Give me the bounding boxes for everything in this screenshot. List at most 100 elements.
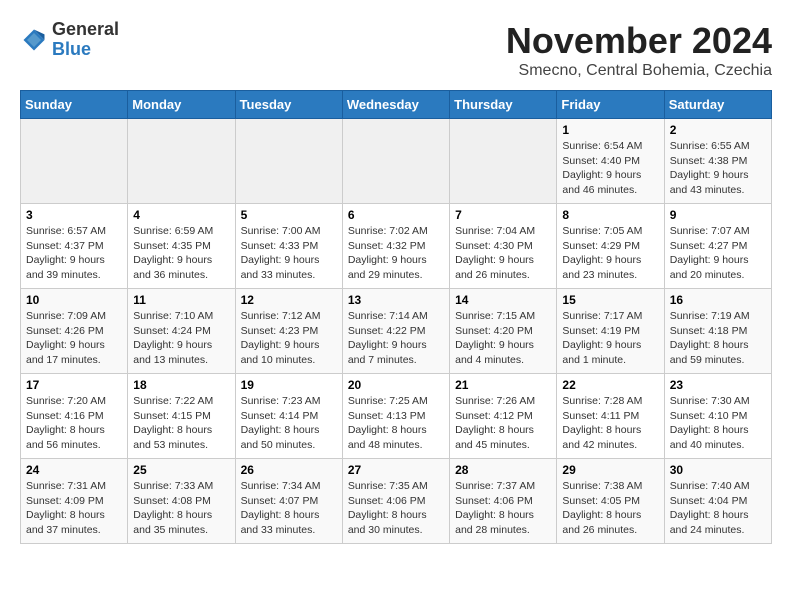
calendar-day-cell: 13Sunrise: 7:14 AM Sunset: 4:22 PM Dayli…	[342, 289, 449, 374]
calendar-day-cell	[21, 119, 128, 204]
logo-icon	[20, 26, 48, 54]
calendar-day-cell: 27 Sunrise: 7:35 AM Sunset: 4:06 PM Dayli…	[342, 459, 449, 544]
weekday-header: Tuesday	[235, 91, 342, 119]
day-info: Sunrise: 7:09 AM Sunset: 4:26 PM Dayligh…	[26, 309, 122, 368]
weekday-header: Monday	[128, 91, 235, 119]
calendar-header-row: SundayMondayTuesdayWednesdayThursdayFrid…	[21, 91, 772, 119]
day-info: Sunrise: 7:17 AM Sunset: 4:19 PM Dayligh…	[562, 309, 658, 368]
logo: General Blue	[20, 20, 119, 60]
calendar-day-cell: 16 Sunrise: 7:19 AM Sunset: 4:18 PM Dayli…	[664, 289, 771, 374]
calendar-day-cell: 6 Sunrise: 7:02 AM Sunset: 4:32 PM Daylig…	[342, 204, 449, 289]
day-number: 7	[455, 208, 551, 222]
calendar-day-cell: 18 Sunrise: 7:22 AM Sunset: 4:15 PM Dayli…	[128, 374, 235, 459]
calendar-day-cell: 3 Sunrise: 6:57 AM Sunset: 4:37 PM Daylig…	[21, 204, 128, 289]
day-number: 30	[670, 463, 766, 477]
calendar-day-cell: 19 Sunrise: 7:23 AM Sunset: 4:14 PM Dayli…	[235, 374, 342, 459]
day-info: Sunrise: 7:26 AM Sunset: 4:12 PM Dayligh…	[455, 394, 551, 453]
calendar-day-cell	[235, 119, 342, 204]
calendar-day-cell: 23 Sunrise: 7:30 AM Sunset: 4:10 PM Dayli…	[664, 374, 771, 459]
day-info: Sunrise: 7:12 AM Sunset: 4:23 PM Dayligh…	[241, 309, 337, 368]
day-number: 5	[241, 208, 337, 222]
calendar-day-cell: 29 Sunrise: 7:38 AM Sunset: 4:05 PM Dayli…	[557, 459, 664, 544]
day-number: 3	[26, 208, 122, 222]
day-info: Sunrise: 6:59 AM Sunset: 4:35 PM Dayligh…	[133, 224, 229, 283]
day-info: Sunrise: 7:10 AM Sunset: 4:24 PM Dayligh…	[133, 309, 229, 368]
day-info: Sunrise: 7:22 AM Sunset: 4:15 PM Dayligh…	[133, 394, 229, 453]
day-number: 11	[133, 293, 229, 307]
day-number: 15	[562, 293, 658, 307]
calendar-day-cell: 22 Sunrise: 7:28 AM Sunset: 4:11 PM Dayli…	[557, 374, 664, 459]
day-info: Sunrise: 7:33 AM Sunset: 4:08 PM Dayligh…	[133, 479, 229, 538]
day-number: 23	[670, 378, 766, 392]
logo-general-text: General	[52, 20, 119, 40]
day-info: Sunrise: 7:37 AM Sunset: 4:06 PM Dayligh…	[455, 479, 551, 538]
calendar-day-cell: 4 Sunrise: 6:59 AM Sunset: 4:35 PM Daylig…	[128, 204, 235, 289]
month-title: November 2024	[506, 20, 772, 62]
calendar-day-cell: 26Sunrise: 7:34 AM Sunset: 4:07 PM Dayli…	[235, 459, 342, 544]
day-number: 8	[562, 208, 658, 222]
day-info: Sunrise: 7:05 AM Sunset: 4:29 PM Dayligh…	[562, 224, 658, 283]
day-number: 1	[562, 123, 658, 137]
day-number: 13	[348, 293, 444, 307]
day-info: Sunrise: 7:31 AM Sunset: 4:09 PM Dayligh…	[26, 479, 122, 538]
weekday-header: Thursday	[450, 91, 557, 119]
day-info: Sunrise: 7:40 AM Sunset: 4:04 PM Dayligh…	[670, 479, 766, 538]
day-info: Sunrise: 7:23 AM Sunset: 4:14 PM Dayligh…	[241, 394, 337, 453]
calendar-day-cell: 15 Sunrise: 7:17 AM Sunset: 4:19 PM Dayli…	[557, 289, 664, 374]
day-number: 24	[26, 463, 122, 477]
calendar-day-cell: 1 Sunrise: 6:54 AM Sunset: 4:40 PM Daylig…	[557, 119, 664, 204]
calendar-week-row: 24 Sunrise: 7:31 AM Sunset: 4:09 PM Dayli…	[21, 459, 772, 544]
day-number: 6	[348, 208, 444, 222]
calendar-week-row: 17 Sunrise: 7:20 AM Sunset: 4:16 PM Dayli…	[21, 374, 772, 459]
day-number: 29	[562, 463, 658, 477]
day-number: 26	[241, 463, 337, 477]
calendar-week-row: 10 Sunrise: 7:09 AM Sunset: 4:26 PM Dayli…	[21, 289, 772, 374]
day-number: 27	[348, 463, 444, 477]
day-info: Sunrise: 7:28 AM Sunset: 4:11 PM Dayligh…	[562, 394, 658, 453]
calendar-day-cell: 5 Sunrise: 7:00 AM Sunset: 4:33 PM Daylig…	[235, 204, 342, 289]
day-info: Sunrise: 7:04 AM Sunset: 4:30 PM Dayligh…	[455, 224, 551, 283]
calendar-day-cell: 28 Sunrise: 7:37 AM Sunset: 4:06 PM Dayli…	[450, 459, 557, 544]
day-number: 2	[670, 123, 766, 137]
day-info: Sunrise: 6:54 AM Sunset: 4:40 PM Dayligh…	[562, 139, 658, 198]
calendar-day-cell	[450, 119, 557, 204]
day-number: 28	[455, 463, 551, 477]
day-number: 12	[241, 293, 337, 307]
calendar-table: SundayMondayTuesdayWednesdayThursdayFrid…	[20, 90, 772, 544]
logo-blue-text: Blue	[52, 40, 119, 60]
day-info: Sunrise: 7:19 AM Sunset: 4:18 PM Dayligh…	[670, 309, 766, 368]
calendar-day-cell: 30 Sunrise: 7:40 AM Sunset: 4:04 PM Dayli…	[664, 459, 771, 544]
calendar-day-cell: 21 Sunrise: 7:26 AM Sunset: 4:12 PM Dayli…	[450, 374, 557, 459]
day-number: 10	[26, 293, 122, 307]
day-number: 9	[670, 208, 766, 222]
calendar-day-cell: 10 Sunrise: 7:09 AM Sunset: 4:26 PM Dayli…	[21, 289, 128, 374]
calendar-day-cell	[342, 119, 449, 204]
day-number: 19	[241, 378, 337, 392]
day-number: 25	[133, 463, 229, 477]
calendar-day-cell	[128, 119, 235, 204]
calendar-week-row: 1 Sunrise: 6:54 AM Sunset: 4:40 PM Daylig…	[21, 119, 772, 204]
day-info: Sunrise: 7:30 AM Sunset: 4:10 PM Dayligh…	[670, 394, 766, 453]
day-info: Sunrise: 7:20 AM Sunset: 4:16 PM Dayligh…	[26, 394, 122, 453]
day-number: 4	[133, 208, 229, 222]
day-number: 18	[133, 378, 229, 392]
day-number: 16	[670, 293, 766, 307]
calendar-day-cell: 25 Sunrise: 7:33 AM Sunset: 4:08 PM Dayli…	[128, 459, 235, 544]
day-info: Sunrise: 7:00 AM Sunset: 4:33 PM Dayligh…	[241, 224, 337, 283]
calendar-day-cell: 24 Sunrise: 7:31 AM Sunset: 4:09 PM Dayli…	[21, 459, 128, 544]
day-info: Sunrise: 7:07 AM Sunset: 4:27 PM Dayligh…	[670, 224, 766, 283]
calendar-day-cell: 2Sunrise: 6:55 AM Sunset: 4:38 PM Daylig…	[664, 119, 771, 204]
day-number: 17	[26, 378, 122, 392]
day-info: Sunrise: 7:38 AM Sunset: 4:05 PM Dayligh…	[562, 479, 658, 538]
calendar-day-cell: 9 Sunrise: 7:07 AM Sunset: 4:27 PM Daylig…	[664, 204, 771, 289]
day-info: Sunrise: 7:15 AM Sunset: 4:20 PM Dayligh…	[455, 309, 551, 368]
day-info: Sunrise: 7:35 AM Sunset: 4:06 PM Dayligh…	[348, 479, 444, 538]
calendar-day-cell: 17 Sunrise: 7:20 AM Sunset: 4:16 PM Dayli…	[21, 374, 128, 459]
day-number: 21	[455, 378, 551, 392]
day-number: 22	[562, 378, 658, 392]
day-info: Sunrise: 7:02 AM Sunset: 4:32 PM Dayligh…	[348, 224, 444, 283]
weekday-header: Friday	[557, 91, 664, 119]
day-info: Sunrise: 6:57 AM Sunset: 4:37 PM Dayligh…	[26, 224, 122, 283]
calendar-day-cell: 11 Sunrise: 7:10 AM Sunset: 4:24 PM Dayli…	[128, 289, 235, 374]
calendar-day-cell: 7 Sunrise: 7:04 AM Sunset: 4:30 PM Daylig…	[450, 204, 557, 289]
